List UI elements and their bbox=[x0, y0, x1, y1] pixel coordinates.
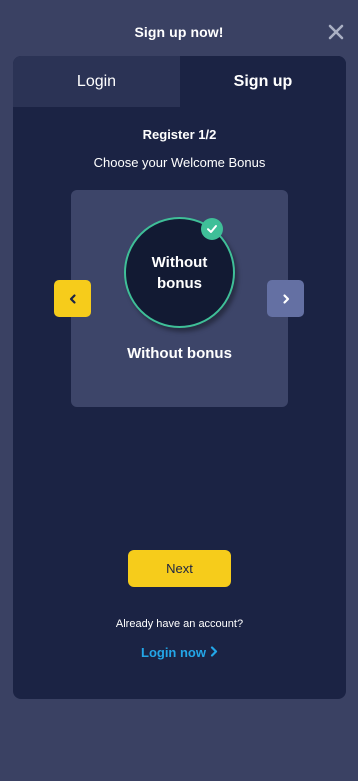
checkmark-icon bbox=[207, 225, 217, 233]
close-icon bbox=[328, 24, 344, 40]
selected-check-badge bbox=[201, 218, 223, 240]
tab-signup[interactable]: Sign up bbox=[180, 56, 346, 107]
carousel-prev-button[interactable] bbox=[54, 280, 91, 317]
bonus-subtitle: Choose your Welcome Bonus bbox=[93, 155, 266, 170]
tab-login[interactable]: Login bbox=[13, 56, 180, 107]
carousel-next-button[interactable] bbox=[267, 280, 304, 317]
next-button[interactable]: Next bbox=[128, 550, 231, 587]
header: Sign up now! bbox=[0, 0, 358, 56]
register-step-title: Register 1/2 bbox=[142, 127, 217, 142]
bonus-circle-label: Without bonus bbox=[151, 253, 208, 292]
signup-panel: Login Sign up Register 1/2 Choose your W… bbox=[13, 56, 346, 699]
chevron-right-icon bbox=[210, 645, 218, 660]
chevron-left-icon bbox=[69, 293, 76, 304]
header-title: Sign up now! bbox=[134, 24, 224, 40]
bonus-card[interactable]: Without bonus Without bonus bbox=[71, 190, 288, 407]
login-now-link[interactable]: Login now bbox=[13, 645, 346, 660]
auth-tabs: Login Sign up bbox=[13, 56, 346, 107]
close-button[interactable] bbox=[324, 20, 348, 44]
login-now-label: Login now bbox=[141, 645, 206, 660]
bonus-name: Without bonus bbox=[127, 345, 232, 362]
chevron-right-icon bbox=[282, 293, 289, 304]
already-have-account-text: Already have an account? bbox=[115, 618, 244, 630]
